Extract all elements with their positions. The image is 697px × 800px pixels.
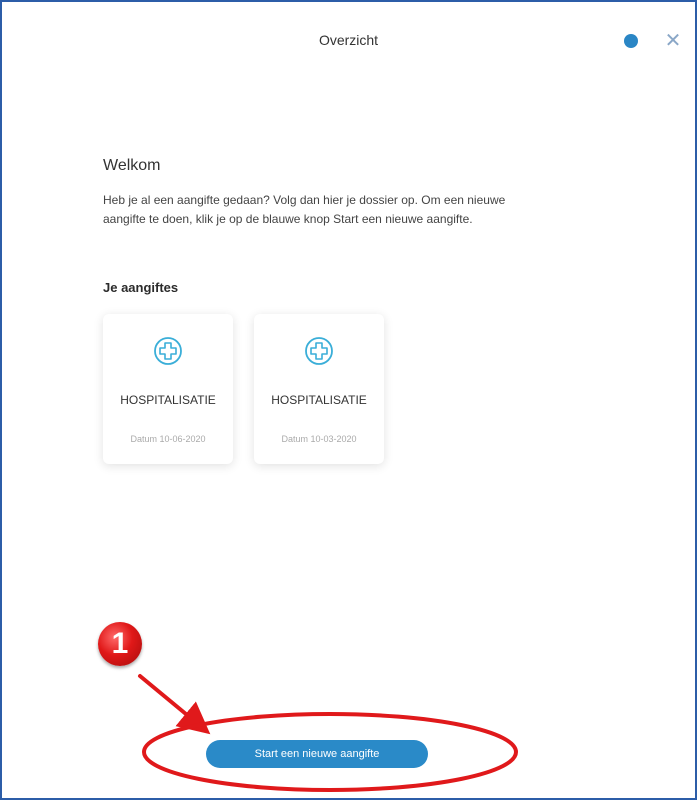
- claim-card[interactable]: HOSPITALISATIE Datum 10-03-2020: [254, 314, 384, 464]
- welcome-heading: Welkom: [103, 157, 161, 174]
- medical-plus-icon: [154, 337, 182, 365]
- close-button[interactable]: ✕: [662, 30, 684, 52]
- welcome-text: Heb je al een aangifte gedaan? Volg dan …: [103, 193, 506, 226]
- claims-section-title: Je aangiftes: [103, 280, 179, 295]
- claim-card[interactable]: HOSPITALISATIE Datum 10-06-2020: [103, 314, 233, 464]
- claim-card-title: HOSPITALISATIE: [271, 393, 367, 407]
- claim-card-title: HOSPITALISATIE: [120, 393, 216, 407]
- claim-card-date: Datum 10-06-2020: [130, 434, 206, 444]
- claim-card-date: Datum 10-03-2020: [281, 434, 357, 444]
- start-new-claim-button[interactable]: Start een nieuwe aangifte: [206, 740, 428, 768]
- medical-plus-icon: [305, 337, 333, 365]
- step-number-badge: 1: [98, 622, 142, 666]
- page-title: Overzicht: [318, 32, 379, 48]
- app-window: Overzicht ✕ Welkom Heb je al een aangift…: [0, 0, 697, 800]
- help-icon[interactable]: [624, 34, 638, 48]
